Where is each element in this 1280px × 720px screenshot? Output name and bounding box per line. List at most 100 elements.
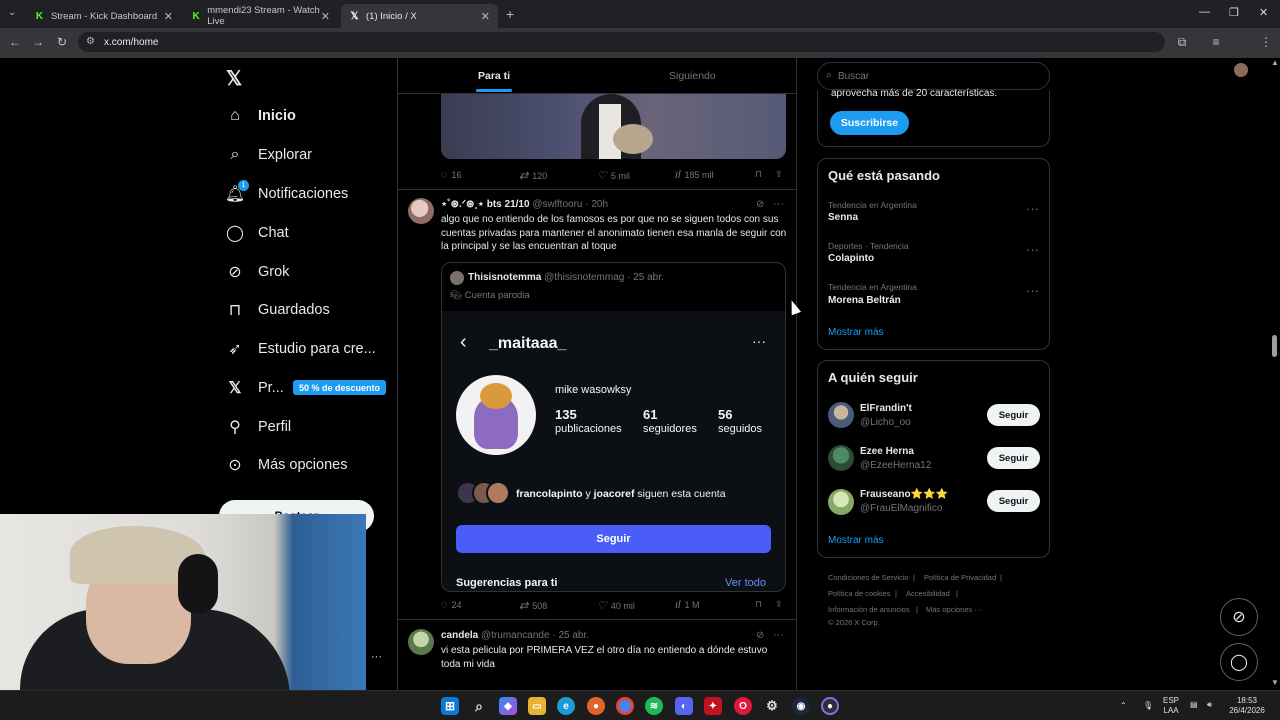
trend-item[interactable]: Morena Beltrán xyxy=(828,295,901,306)
firefox-icon[interactable]: ● xyxy=(587,697,605,715)
avatar[interactable] xyxy=(408,629,434,655)
tab-for-you[interactable]: Para ti xyxy=(478,70,510,82)
nav-chat[interactable]: ◯ Chat xyxy=(226,221,289,245)
close-window-icon[interactable]: ✕ xyxy=(1259,6,1268,19)
follow-button[interactable]: Seguir xyxy=(987,447,1040,469)
footer-link[interactable]: Información de anuncios xyxy=(828,605,910,614)
suggested-user-name[interactable]: ElFrandin't xyxy=(860,403,912,414)
network-icon[interactable]: ▤ xyxy=(1190,700,1198,710)
maximize-icon[interactable]: ❐ xyxy=(1229,6,1239,19)
close-tab-icon[interactable]: ✕ xyxy=(481,10,490,23)
nav-explore[interactable]: ⌕ Explorar xyxy=(226,143,312,167)
more-options-icon[interactable]: ··· xyxy=(773,198,784,210)
grok-icon[interactable]: ⊘ xyxy=(756,630,764,641)
nav-bookmarks[interactable]: ⊓ Guardados xyxy=(226,298,330,322)
avatar[interactable] xyxy=(828,489,854,515)
follow-button[interactable]: Seguir xyxy=(987,404,1040,426)
share-icon[interactable]: ⇪ xyxy=(775,599,783,610)
reload-icon[interactable]: ↻ xyxy=(54,35,70,49)
views-action[interactable]: ıl 185 mil xyxy=(675,169,714,181)
language-indicator[interactable]: ESP LAA xyxy=(1163,696,1179,716)
more-options-icon[interactable]: ··· xyxy=(773,629,784,641)
extensions-icon[interactable]: ⧉ xyxy=(1174,35,1190,50)
nav-home[interactable]: ⌂ Inicio xyxy=(226,104,296,128)
scroll-down-icon[interactable]: ▼ xyxy=(1271,678,1279,687)
tab-following[interactable]: Siguiendo xyxy=(669,70,716,82)
author-name[interactable]: candela xyxy=(441,630,478,641)
nav-creator-studio[interactable]: ➶ Estudio para cre... xyxy=(226,337,375,361)
avatar[interactable] xyxy=(828,445,854,471)
spotify-icon[interactable]: ≋ xyxy=(645,697,663,715)
trend-more-icon[interactable]: ··· xyxy=(1026,283,1039,298)
footer-link[interactable]: Accesibilidad xyxy=(906,589,950,598)
nav-premium[interactable]: 𝕏 Pr... xyxy=(226,376,284,400)
tab-x-home[interactable]: 𝕏 (1) Inicio / X ✕ xyxy=(341,4,498,28)
opera-gx-icon[interactable]: O xyxy=(734,697,752,715)
repost-action[interactable]: ⇄ 120 xyxy=(519,169,547,182)
post-media-image[interactable] xyxy=(441,94,786,159)
forward-icon[interactable]: → xyxy=(30,35,46,49)
like-action[interactable]: ♡ 5 mil xyxy=(597,169,630,182)
share-icon[interactable]: ⇪ xyxy=(775,169,783,180)
search-input[interactable]: ⌕ Buscar xyxy=(817,62,1050,90)
discord-icon[interactable]: ◐ xyxy=(675,697,693,715)
footer-link[interactable]: Política de Privacidad xyxy=(924,573,996,582)
nav-more[interactable]: ⊙ Más opciones xyxy=(226,453,347,477)
new-tab-button[interactable]: + xyxy=(506,6,514,22)
steam-icon[interactable]: ◉ xyxy=(792,697,810,715)
file-explorer-icon[interactable]: ▭ xyxy=(528,697,546,715)
author-name[interactable]: ⋆˚⊛.ᐟ⊛˳⋆ bts 21/10 xyxy=(441,199,530,210)
tab-search-icon[interactable]: ⌄ xyxy=(8,7,16,18)
reply-action[interactable]: ◌ 24 xyxy=(441,599,462,611)
copilot-icon[interactable]: ◆ xyxy=(499,697,517,715)
tray-overflow-icon[interactable]: ⌃ xyxy=(1120,701,1127,711)
follow-button[interactable]: Seguir xyxy=(987,490,1040,512)
footer-link[interactable]: Más opciones ··· xyxy=(926,605,982,614)
avatar[interactable] xyxy=(408,198,434,224)
site-info-icon[interactable]: ⚙ xyxy=(86,36,95,47)
show-more-users[interactable]: Mostrar más xyxy=(828,535,884,546)
search-icon[interactable]: ⌕ xyxy=(470,697,488,715)
close-tab-icon[interactable]: ✕ xyxy=(321,10,330,23)
minimize-icon[interactable]: — xyxy=(1199,6,1210,18)
edge-icon[interactable]: e xyxy=(557,697,575,715)
grok-icon[interactable]: ⊘ xyxy=(756,199,764,210)
scroll-up-icon[interactable]: ▲ xyxy=(1271,58,1279,67)
quoted-post[interactable]: Thisisnotemma @thisisnotemmag · 25 abr. … xyxy=(441,262,786,592)
trend-item[interactable]: Senna xyxy=(828,212,858,223)
app-icon[interactable]: ✦ xyxy=(704,697,722,715)
bookmark-action-icon[interactable]: ⊓ xyxy=(755,599,762,610)
chrome-icon[interactable] xyxy=(616,697,634,715)
suggested-user-name[interactable]: Ezee Herna xyxy=(860,446,914,457)
menu-icon[interactable]: ⋮ xyxy=(1258,35,1274,49)
suggested-user-name[interactable]: Frauseano⭐⭐⭐ xyxy=(860,489,948,500)
trend-item[interactable]: Colapinto xyxy=(828,253,874,264)
messages-fab[interactable]: ◯ xyxy=(1220,643,1258,681)
settings-icon[interactable]: ⚙ xyxy=(763,697,781,715)
microphone-icon[interactable]: 🎙︎ xyxy=(1143,701,1153,711)
repost-action[interactable]: ⇄ 508 xyxy=(519,599,547,612)
back-icon[interactable]: ← xyxy=(7,35,23,49)
trend-more-icon[interactable]: ··· xyxy=(1026,242,1039,257)
views-action[interactable]: ıl 1 M xyxy=(675,599,700,611)
address-bar[interactable]: ⚙ x.com/home xyxy=(78,32,1165,52)
close-tab-icon[interactable]: ✕ xyxy=(164,10,173,23)
volume-icon[interactable]: 🔊︎ xyxy=(1207,700,1212,710)
profile-avatar[interactable] xyxy=(1234,63,1248,77)
author-handle[interactable]: @trumancande · 25 abr. xyxy=(481,630,589,641)
footer-link[interactable]: Política de cookies xyxy=(828,589,891,598)
avatar[interactable] xyxy=(828,402,854,428)
tab-kick-stream[interactable]: K mmendi23 Stream - Watch Live ✕ xyxy=(183,4,338,28)
obs-icon[interactable]: ● xyxy=(821,697,839,715)
nav-notifications[interactable]: 🔔︎ 1 Notificaciones xyxy=(225,180,348,206)
reply-action[interactable]: ◌ 16 xyxy=(441,169,462,181)
nav-profile[interactable]: ⚲ Perfil xyxy=(226,415,291,439)
tab-kick-dashboard[interactable]: K Stream - Kick Dashboard ✕ xyxy=(26,4,181,28)
author-handle[interactable]: @swlftooru · 20h xyxy=(532,199,608,210)
start-icon[interactable]: ⊞ xyxy=(441,697,459,715)
account-more-icon[interactable]: ··· xyxy=(371,651,382,663)
footer-link[interactable]: Condiciones de Servicio xyxy=(828,573,908,582)
clock[interactable]: 18:53 26/4/2026 xyxy=(1226,696,1268,716)
grok-fab[interactable]: ⊘ xyxy=(1220,598,1258,636)
bookmark-action-icon[interactable]: ⊓ xyxy=(755,169,762,180)
